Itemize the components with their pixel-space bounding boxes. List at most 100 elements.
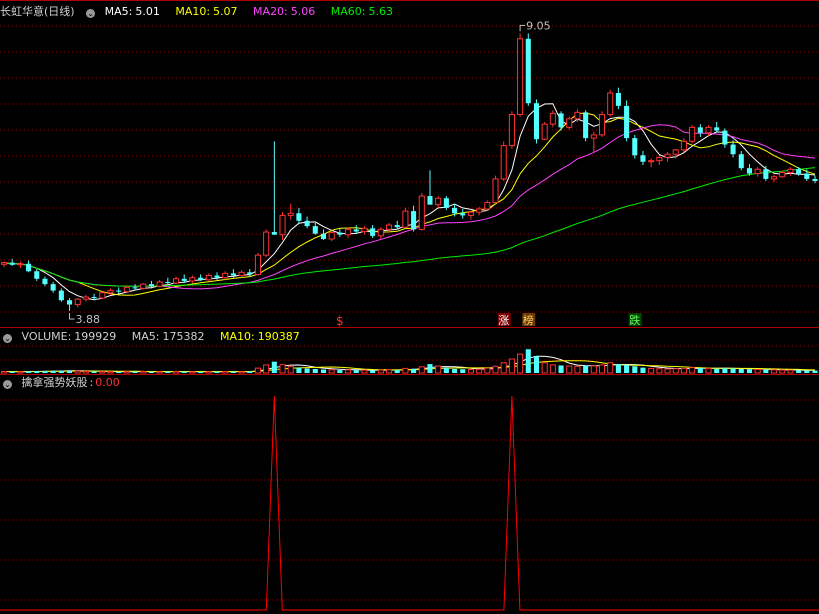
volume-bar-down	[26, 371, 32, 373]
volume-bar-up	[361, 369, 368, 374]
candle-body-up	[680, 140, 687, 151]
volume-bar-down	[320, 369, 327, 373]
volume-bar-up	[484, 367, 491, 374]
candle-body-up	[656, 156, 663, 162]
volume-bar-up	[492, 365, 499, 374]
volume-bar-up	[279, 364, 286, 374]
volume-bar-up	[771, 369, 778, 374]
volume-bar-down	[697, 367, 703, 373]
indicator-name: 擒拿强势妖股	[21, 376, 88, 389]
volume-bar-down	[763, 369, 769, 373]
candle-body-down	[632, 138, 638, 156]
candle-body-down	[411, 211, 417, 230]
volume-bar-up	[517, 353, 524, 374]
volume-bar-down	[583, 365, 589, 373]
volume-bar-up	[222, 371, 229, 374]
ma20-line	[3, 124, 816, 290]
indicator-signal	[0, 395, 819, 611]
volume-bar-down	[804, 370, 810, 373]
volume-bar-down	[558, 365, 564, 373]
volume-bar-up	[377, 369, 384, 374]
candle-body-down	[697, 127, 703, 133]
candle-body-up	[754, 168, 761, 175]
chevron-down-icon[interactable]: ⌄	[3, 334, 12, 343]
volume-bar-up	[574, 365, 581, 374]
candle-body-up	[238, 271, 245, 277]
candle-body-up	[74, 298, 81, 306]
candle-body-down	[533, 103, 540, 140]
candle-body-up	[435, 197, 442, 206]
volume-bar-down	[632, 366, 638, 373]
candle-body-up	[107, 290, 114, 294]
volume-bar-down	[304, 368, 310, 373]
candle-body-down	[452, 207, 458, 214]
candle-body-up	[345, 228, 352, 236]
volume-bar-up	[385, 369, 393, 374]
candle-body-up	[254, 254, 261, 275]
volume-bar-down	[198, 371, 204, 373]
candle-body-up	[508, 113, 515, 147]
candle-body-up	[541, 123, 548, 140]
vol-ma5-label: MA5:	[131, 330, 160, 343]
volume-bar-up	[287, 365, 294, 374]
volume-bar-up	[689, 367, 696, 374]
volume-bar-down	[427, 364, 433, 373]
candle-body-down	[624, 105, 630, 139]
dollar-signal-mark: $	[336, 314, 344, 328]
chevron-down-icon[interactable]: ⌄	[3, 380, 12, 389]
volume-bar-up	[172, 371, 180, 374]
chevron-down-icon[interactable]: ⌄	[86, 9, 96, 18]
volume-bar-up	[328, 369, 335, 374]
candle-body-down	[58, 290, 64, 301]
volume-bar-down	[271, 361, 277, 373]
volume-bar-down	[370, 370, 376, 373]
volume-bar-down	[812, 370, 818, 373]
volume-bar-down	[42, 370, 48, 373]
volume-bar-down	[722, 368, 728, 373]
period-label: (日线)	[44, 5, 75, 18]
volume-bar-up	[754, 368, 761, 374]
volume-bar-down	[230, 371, 236, 373]
volume-bar-up	[541, 362, 548, 374]
volume-bar-up	[467, 368, 474, 374]
candle-body-down	[320, 233, 327, 240]
vol-ma10-value: 190387	[257, 330, 300, 343]
volume-bar-down	[624, 364, 630, 373]
candle-body-up	[205, 275, 212, 281]
candles	[0, 33, 818, 311]
volume-bar-up	[345, 369, 352, 374]
candle-body-up	[279, 214, 286, 236]
ma60-line	[3, 167, 816, 287]
candle-body-down	[165, 281, 171, 284]
candle-body-down	[583, 112, 589, 139]
candle-body-down	[132, 287, 138, 289]
candle-body-up	[574, 111, 581, 120]
volume-bar-down	[165, 371, 171, 373]
ma10-label: MA10:	[175, 5, 211, 18]
candle-body-down	[247, 272, 253, 275]
ma10-value: 5.07	[213, 5, 238, 18]
volume-bar-up	[17, 371, 24, 374]
candle-body-down	[460, 213, 466, 216]
ma20-readout: MA20: 5.06	[253, 5, 321, 18]
volume-bar-down	[443, 367, 449, 373]
volume-bar-down	[796, 370, 802, 373]
candle-body-down	[66, 300, 73, 305]
volume-bar-up	[74, 370, 81, 374]
ma20-value: 5.06	[290, 5, 316, 18]
candle-body-down	[181, 278, 187, 281]
volume-bar-down	[533, 356, 540, 373]
candle-body-up	[402, 210, 409, 228]
volume-readout: VOLUME: 199929	[22, 330, 123, 343]
candle-body-up	[361, 227, 368, 233]
candle-body-up	[484, 202, 491, 210]
candle-body-down	[214, 275, 220, 278]
volume-bar-up	[672, 368, 679, 374]
die-mark: 跌	[629, 313, 640, 327]
price-header: 长虹华意(日线) ⌄ MA5: 5.01 MA10: 5.07 MA20: 5.06 …	[0, 5, 405, 19]
volume-bar-down	[58, 370, 64, 373]
volume-bar-down	[34, 371, 40, 373]
candle-body-down	[714, 127, 720, 131]
volume-bar-down	[353, 370, 359, 373]
candle-body-up	[385, 224, 393, 230]
